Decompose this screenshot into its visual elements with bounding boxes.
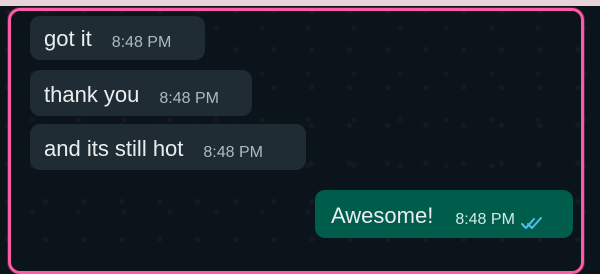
read-receipt-icon <box>520 216 543 230</box>
message-text: and its still hot <box>44 136 184 161</box>
incoming-message[interactable]: got it 8:48 PM <box>30 16 205 60</box>
message-text: Awesome! <box>331 203 434 228</box>
message-time: 8:48 PM <box>203 144 263 161</box>
incoming-message[interactable]: and its still hot 8:48 PM <box>30 124 306 170</box>
message-text: got it <box>44 26 92 51</box>
message-time: 8:48 PM <box>455 211 515 228</box>
top-edge-strip <box>0 0 600 6</box>
outgoing-message[interactable]: Awesome! 8:48 PM <box>315 190 573 238</box>
message-time: 8:48 PM <box>159 90 219 107</box>
incoming-message[interactable]: thank you 8:48 PM <box>30 70 252 116</box>
message-text: thank you <box>44 82 140 107</box>
message-time: 8:48 PM <box>111 34 172 51</box>
